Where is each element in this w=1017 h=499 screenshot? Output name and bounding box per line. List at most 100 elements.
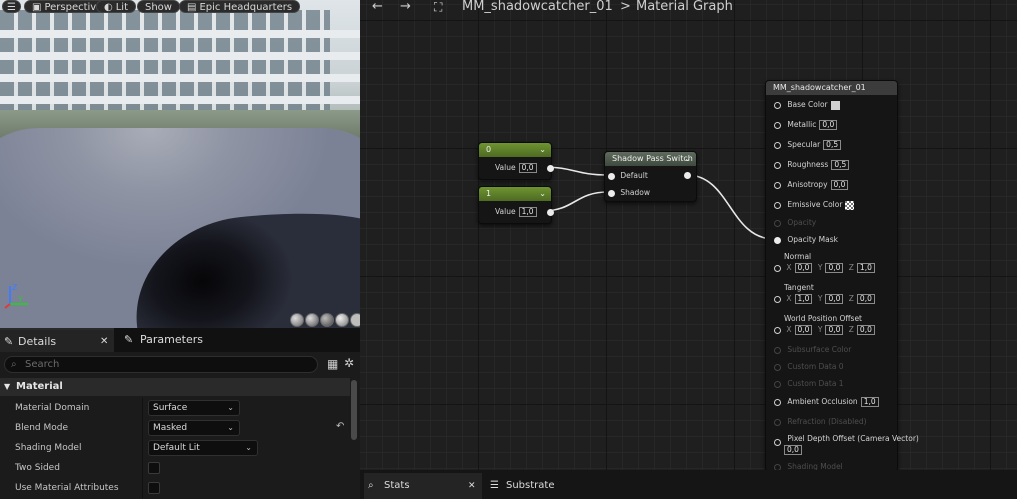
value-field[interactable]: 0,5 [823, 140, 842, 150]
subsurface-pin [774, 346, 781, 354]
custom-mesh-preview-icon[interactable] [350, 313, 360, 327]
tab-parameters[interactable]: ✎ Parameters [116, 328, 246, 352]
value-field[interactable]: 1,0 [856, 263, 875, 273]
value-field[interactable]: 0,0 [518, 163, 537, 173]
metallic-pin[interactable] [774, 121, 781, 129]
reset-to-default-icon[interactable]: ↶ [336, 421, 344, 432]
tab-details[interactable]: ✎ Details ✕ [0, 328, 114, 352]
two-sided-checkbox[interactable] [148, 462, 160, 474]
scene-icon: ▤ [187, 2, 197, 13]
chevron-down-icon[interactable]: ⌄ [684, 152, 691, 166]
value-field[interactable]: 1,0 [794, 294, 813, 304]
material-domain-select[interactable]: Surface ⌄ [148, 400, 240, 416]
table-view-icon[interactable]: ▦ [327, 357, 338, 371]
use-material-attributes-checkbox[interactable] [148, 482, 160, 494]
material-result-node[interactable]: MM_shadowcatcher_01 Base Color Metallic 0… [765, 80, 919, 470]
material-graph-canvas[interactable]: ← → ⛶ MM_shadowcatcher_01 > Material Gra… [360, 0, 1017, 470]
chevron-down-icon[interactable]: ⌄ [539, 143, 546, 157]
value-field[interactable]: 0,0 [819, 120, 838, 130]
shading-model-select[interactable]: Default Lit ⌄ [148, 440, 258, 456]
value-field[interactable]: 0,0 [856, 294, 875, 304]
cube-preview-icon[interactable] [335, 313, 349, 327]
shadow-input-pin[interactable] [608, 189, 615, 197]
shadow-pass-switch-node[interactable]: Shadow Pass Switch ⌄ Default Shadow [604, 151, 697, 202]
svg-text:Z: Z [12, 283, 18, 292]
gear-icon[interactable]: ✲ [344, 356, 354, 370]
specular-pin[interactable] [774, 141, 781, 149]
stats-icon: ⌕ [368, 480, 374, 491]
opacity-mask-pin-row: Opacity Mask [774, 234, 838, 246]
property-two-sided: Two Sided [0, 458, 350, 478]
color-swatch[interactable] [830, 100, 840, 110]
ambient-occlusion-pin[interactable] [774, 398, 781, 406]
value-field[interactable]: 0,5 [831, 160, 850, 170]
value-field[interactable]: 0,0 [830, 180, 849, 190]
hamburger-icon: ☰ [7, 2, 16, 13]
value-field[interactable]: 0,0 [784, 445, 802, 455]
output-pin[interactable] [546, 208, 554, 216]
metallic-pin-row: Metallic 0,0 [774, 119, 838, 131]
lit-sphere-icon: ◐ [104, 2, 113, 13]
value-field[interactable]: 0,0 [856, 325, 875, 335]
output-pin[interactable] [546, 164, 554, 172]
node-header: MM_shadowcatcher_01 [766, 81, 897, 95]
close-icon[interactable]: ✕ [100, 330, 108, 354]
property-shading-model: Shading Model Default Lit ⌄ [0, 438, 350, 458]
shadow-input-row: Shadow [608, 187, 650, 199]
property-blend-mode: Blend Mode Masked ⌄ ↶ [0, 418, 350, 438]
tab-substrate[interactable]: ☰ Substrate [486, 473, 606, 499]
value-field[interactable]: 0,0 [825, 263, 844, 273]
category-material[interactable]: ▼ Material [0, 378, 350, 396]
chevron-down-icon[interactable]: ⌄ [539, 187, 546, 201]
details-scrollbar[interactable] [351, 380, 357, 440]
normal-pin-row: X 0,0 Y 0,0 Z 1,0 [774, 262, 875, 274]
sphere-preview-icon[interactable] [305, 313, 319, 327]
base-color-pin[interactable] [774, 101, 781, 109]
anisotropy-pin-row: Anisotropy 0,0 [774, 179, 849, 191]
specular-pin-row: Specular 0,5 [774, 139, 842, 151]
tab-stats[interactable]: ⌕ Stats ✕ [364, 473, 482, 499]
subsurface-pin-row: Subsurface Color [774, 344, 851, 356]
hdri-background [0, 0, 360, 140]
pixel-depth-offset-pin[interactable] [774, 439, 781, 446]
graph-wires [541, 166, 775, 240]
chevron-down-icon: ⌄ [227, 403, 234, 412]
tangent-pin-row: X 1,0 Y 0,0 Z 0,0 [774, 293, 875, 305]
value-field[interactable]: 1,0 [860, 397, 879, 407]
anisotropy-pin[interactable] [774, 181, 781, 189]
value-field[interactable]: 0,0 [794, 325, 813, 335]
opacity-mask-pin[interactable] [774, 236, 781, 244]
shading-model-pin-row: Shading Model [774, 461, 843, 470]
search-input[interactable]: ⌕ Search [4, 356, 318, 373]
output-pin[interactable] [684, 172, 691, 179]
blend-mode-select[interactable]: Masked ⌄ [148, 420, 240, 436]
wpo-pin[interactable] [774, 326, 781, 334]
cylinder-preview-icon[interactable] [290, 313, 304, 327]
search-icon: ⌕ [11, 359, 17, 370]
view-mode-button[interactable]: ◐ Lit [96, 0, 137, 13]
default-input-pin[interactable] [608, 172, 615, 180]
custom-data-1-pin [774, 380, 781, 388]
constant-node-0[interactable]: 0 ⌄ Value 0,0 [478, 142, 554, 180]
normal-pin[interactable] [774, 264, 781, 272]
output-pin-row: Value 1,0 [495, 206, 554, 218]
tangent-pin[interactable] [774, 295, 781, 303]
node-header: Shadow Pass Switch ⌄ [605, 152, 696, 166]
level-viewport[interactable]: ☰ ▣ Perspective ◐ Lit Show ▤ Epic Headquart… [0, 0, 360, 328]
refraction-pin [774, 418, 781, 426]
emissive-pin-row: Emissive Color [774, 199, 855, 211]
close-icon[interactable]: ✕ [468, 473, 476, 499]
value-field[interactable]: 0,0 [825, 325, 844, 335]
plane-preview-icon[interactable] [320, 313, 334, 327]
show-button[interactable]: Show [137, 0, 180, 13]
preview-shape-buttons [290, 313, 360, 327]
value-field[interactable]: 1,0 [518, 207, 537, 217]
value-field[interactable]: 0,0 [825, 294, 844, 304]
constant-node-1[interactable]: 1 ⌄ Value 1,0 [478, 186, 554, 224]
color-swatch[interactable] [845, 200, 855, 210]
roughness-pin[interactable] [774, 161, 781, 169]
viewport-menu-button[interactable]: ☰ [2, 0, 21, 13]
value-field[interactable]: 0,0 [794, 263, 813, 273]
preview-scene-button[interactable]: ▤ Epic Headquarters [179, 0, 301, 13]
emissive-pin[interactable] [774, 201, 781, 209]
